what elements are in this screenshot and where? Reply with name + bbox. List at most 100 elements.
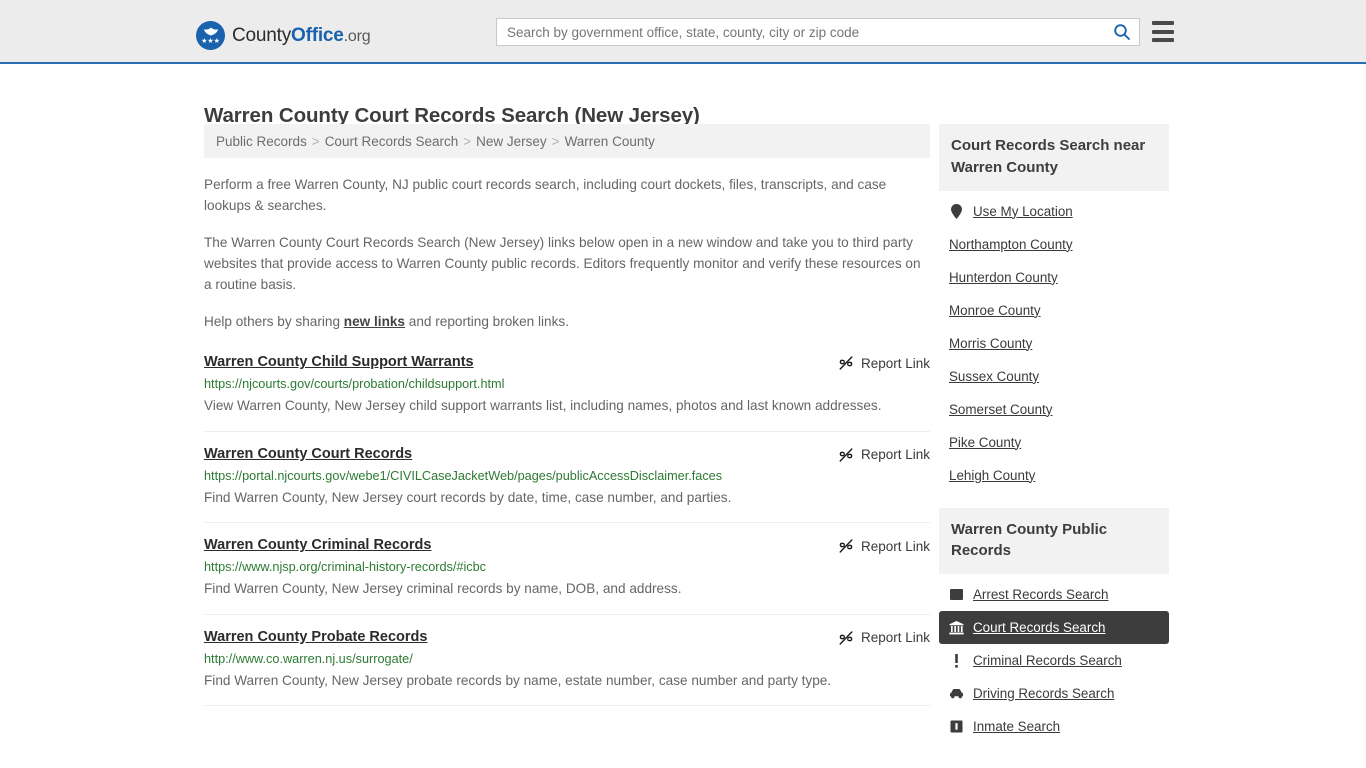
breadcrumb-item-new-jersey[interactable]: New Jersey bbox=[476, 134, 547, 149]
sidebar-item-label: Criminal Records Search bbox=[973, 653, 1122, 668]
hamburger-menu-icon[interactable] bbox=[1152, 21, 1174, 42]
square-icon bbox=[949, 587, 964, 602]
report-link-button[interactable]: Report Link bbox=[838, 447, 930, 463]
sidebar-public-records-title: Warren County Public Records bbox=[939, 507, 1169, 574]
sidebar-item-monroe-county[interactable]: Monroe County bbox=[939, 294, 1169, 327]
brand-part-county: County bbox=[232, 24, 292, 46]
sidebar: Court Records Search near Warren County … bbox=[939, 124, 1169, 743]
broken-link-icon bbox=[839, 631, 853, 645]
eagle-stars-logo-icon: ★★★ bbox=[196, 21, 225, 50]
result-description: Find Warren County, New Jersey criminal … bbox=[204, 581, 682, 597]
site-header: ★★★ CountyOffice.org bbox=[0, 0, 1366, 64]
result-header: Warren County Criminal Records Report Li… bbox=[204, 537, 930, 554]
result-item: Warren County Child Support Warrants Rep… bbox=[204, 354, 930, 432]
breadcrumb-separator: > bbox=[311, 133, 320, 149]
sidebar-item-sussex-county[interactable]: Sussex County bbox=[939, 360, 1169, 393]
result-title-link[interactable]: Warren County Child Support Warrants bbox=[204, 354, 474, 370]
result-title-link[interactable]: Warren County Criminal Records bbox=[204, 537, 431, 553]
report-link-button[interactable]: Report Link bbox=[838, 630, 930, 646]
sidebar-item-label: Northampton County bbox=[949, 236, 1073, 252]
search-input[interactable] bbox=[497, 19, 1105, 45]
sidebar-nearby-list: Use My Location Northampton County Hunte… bbox=[939, 191, 1169, 492]
sidebar-item-inmate-search[interactable]: Inmate Search bbox=[939, 710, 1169, 743]
search-icon bbox=[1114, 24, 1130, 40]
car-icon bbox=[949, 686, 964, 701]
intro-text: Perform a free Warren County, NJ public … bbox=[204, 174, 930, 332]
result-description: View Warren County, New Jersey child sup… bbox=[204, 398, 882, 414]
sidebar-item-label: Driving Records Search bbox=[973, 686, 1115, 701]
report-link-label: Report Link bbox=[860, 355, 930, 371]
sidebar-item-use-my-location[interactable]: Use My Location bbox=[939, 195, 1169, 228]
result-description: Find Warren County, New Jersey court rec… bbox=[204, 489, 732, 505]
result-header: Warren County Child Support Warrants Rep… bbox=[204, 354, 930, 371]
result-title-link[interactable]: Warren County Probate Records bbox=[204, 629, 427, 645]
sidebar-item-label: Monroe County bbox=[949, 302, 1041, 318]
sidebar-item-somerset-county[interactable]: Somerset County bbox=[939, 393, 1169, 426]
sidebar-item-label: Morris County bbox=[949, 335, 1033, 351]
breadcrumb-separator: > bbox=[551, 133, 560, 149]
sidebar-public-records-list: Arrest Records Search Court Records Sear… bbox=[939, 574, 1169, 743]
sidebar-item-driving-records-search[interactable]: Driving Records Search bbox=[939, 677, 1169, 710]
hamburger-bar bbox=[1152, 21, 1174, 25]
sidebar-item-label: Court Records Search bbox=[973, 620, 1106, 635]
search-bar[interactable] bbox=[496, 18, 1140, 46]
result-url: https://www.njsp.org/criminal-history-re… bbox=[204, 560, 487, 575]
eagle-icon bbox=[203, 27, 218, 36]
report-link-button[interactable]: Report Link bbox=[838, 538, 930, 554]
breadcrumb-item-court-records-search[interactable]: Court Records Search bbox=[325, 134, 459, 149]
brand-part-tld: .org bbox=[343, 27, 371, 45]
sidebar-item-label: Sussex County bbox=[949, 368, 1040, 384]
new-links-link[interactable]: new links bbox=[344, 314, 405, 329]
sidebar-item-morris-county[interactable]: Morris County bbox=[939, 327, 1169, 360]
sidebar-item-label: Pike County bbox=[949, 434, 1022, 450]
sidebar-item-pike-county[interactable]: Pike County bbox=[939, 426, 1169, 459]
stars-glyph: ★★★ bbox=[201, 38, 220, 45]
result-url: https://njcourts.gov/courts/probation/ch… bbox=[204, 377, 505, 392]
breadcrumb-item-public-records[interactable]: Public Records bbox=[216, 134, 307, 149]
brand-part-office: Office bbox=[291, 24, 344, 46]
broken-link-icon bbox=[839, 356, 853, 371]
brand-wordmark: CountyOffice.org bbox=[232, 24, 371, 47]
result-url: http://www.co.warren.nj.us/surrogate/ bbox=[204, 651, 413, 666]
sidebar-item-label: Arrest Records Search bbox=[973, 587, 1109, 602]
site-logo[interactable]: ★★★ CountyOffice.org bbox=[196, 21, 371, 50]
sidebar-item-lehigh-county[interactable]: Lehigh County bbox=[939, 459, 1169, 492]
report-link-label: Report Link bbox=[860, 538, 930, 554]
intro-paragraph-2: The Warren County Court Records Search (… bbox=[204, 235, 921, 293]
sidebar-item-criminal-records-search[interactable]: Criminal Records Search bbox=[939, 644, 1169, 677]
search-button[interactable] bbox=[1105, 19, 1139, 45]
sidebar-item-court-records-search[interactable]: Court Records Search bbox=[939, 611, 1169, 644]
report-link-button[interactable]: Report Link bbox=[838, 355, 930, 371]
breadcrumb-separator: > bbox=[463, 133, 472, 149]
sidebar-item-label: Inmate Search bbox=[973, 719, 1061, 734]
result-header: Warren County Court Records Report Link bbox=[204, 446, 930, 463]
breadcrumb-item-warren-county[interactable]: Warren County bbox=[565, 134, 655, 149]
result-description: Find Warren County, New Jersey probate r… bbox=[204, 672, 832, 688]
intro-paragraph-1: Perform a free Warren County, NJ public … bbox=[204, 177, 887, 214]
sidebar-item-northampton-county[interactable]: Northampton County bbox=[939, 228, 1169, 261]
result-header: Warren County Probate Records Report Lin… bbox=[204, 629, 930, 646]
hamburger-bar bbox=[1152, 29, 1174, 34]
result-item: Warren County Court Records Report Link … bbox=[204, 446, 930, 524]
breadcrumb: Public Records > Court Records Search > … bbox=[204, 124, 930, 158]
results-list: Warren County Child Support Warrants Rep… bbox=[204, 354, 930, 707]
main-content: Public Records > Court Records Search > … bbox=[204, 124, 930, 720]
result-title-link[interactable]: Warren County Court Records bbox=[204, 446, 412, 462]
exclamation-icon bbox=[949, 653, 964, 668]
intro-paragraph-3: Help others by sharing new links and rep… bbox=[204, 311, 930, 332]
report-link-label: Report Link bbox=[860, 630, 930, 646]
sidebar-item-label: Use My Location bbox=[973, 203, 1073, 219]
broken-link-icon bbox=[839, 539, 853, 554]
courthouse-icon bbox=[949, 620, 964, 635]
sidebar-item-label: Somerset County bbox=[949, 401, 1053, 417]
sidebar-item-hunterdon-county[interactable]: Hunterdon County bbox=[939, 261, 1169, 294]
sidebar-item-arrest-records-search[interactable]: Arrest Records Search bbox=[939, 578, 1169, 611]
jail-icon bbox=[949, 719, 964, 734]
result-item: Warren County Criminal Records Report Li… bbox=[204, 537, 930, 615]
intro-p3-before: Help others by sharing bbox=[204, 314, 344, 330]
intro-p3-after: and reporting broken links. bbox=[405, 314, 569, 330]
sidebar-nearby-title: Court Records Search near Warren County bbox=[939, 124, 1169, 191]
map-pin-icon bbox=[949, 203, 964, 219]
sidebar-item-label: Lehigh County bbox=[949, 467, 1036, 483]
